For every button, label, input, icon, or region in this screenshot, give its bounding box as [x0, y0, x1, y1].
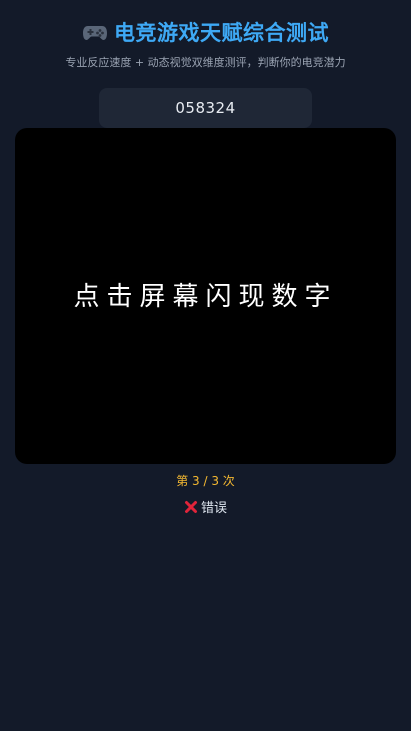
- page-title: 电竞游戏天赋综合测试: [114, 21, 329, 45]
- header: 电竞游戏天赋综合测试 专业反应速度 + 动态视觉双维度测评，判断你的电竞潜力: [0, 16, 411, 70]
- round-counter: 第 3 / 3 次: [176, 474, 235, 488]
- game-talent-test-page: 电竞游戏天赋综合测试 专业反应速度 + 动态视觉双维度测评，判断你的电竞潜力 0…: [0, 0, 411, 731]
- gamepad-icon: [82, 22, 108, 42]
- number-input-display: 058324: [99, 88, 312, 128]
- cross-icon: [184, 500, 198, 514]
- result-status: 错误: [0, 497, 411, 516]
- flash-number-area[interactable]: 点击屏幕闪现数字: [15, 128, 396, 464]
- result-label: 错误: [200, 501, 227, 516]
- page-subtitle: 专业反应速度 + 动态视觉双维度测评，判断你的电竞潜力: [65, 56, 346, 69]
- title-row: 电竞游戏天赋综合测试: [0, 16, 411, 48]
- flash-prompt-text: 点击屏幕闪现数字: [73, 281, 338, 312]
